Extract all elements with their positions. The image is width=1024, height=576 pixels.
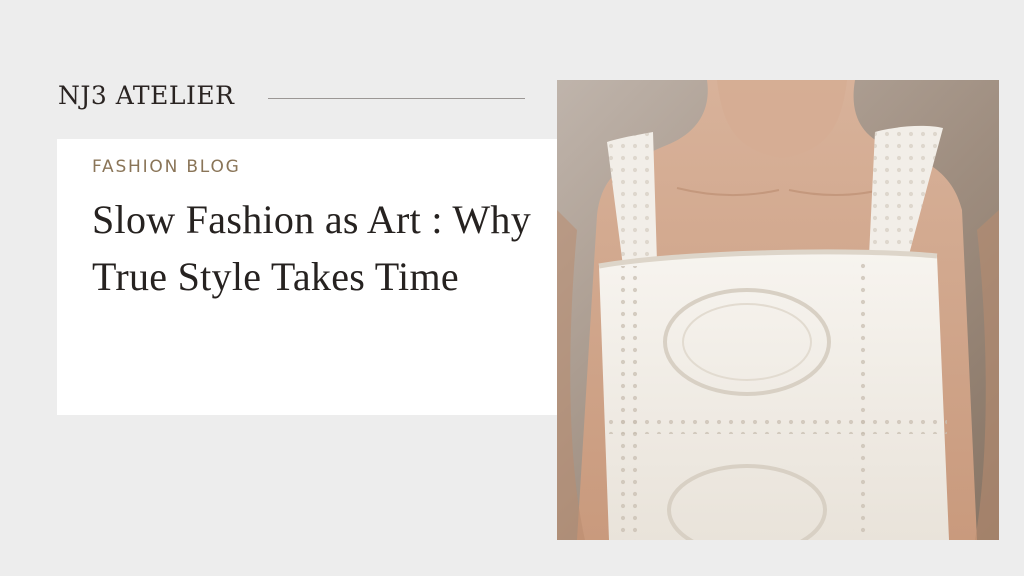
hero-image — [557, 80, 999, 540]
brand-logo: NJ3 ATELIER — [58, 81, 235, 110]
article-category: FASHION BLOG — [92, 157, 241, 177]
article-card: FASHION BLOG Slow Fashion as Art : Why T… — [57, 139, 564, 415]
brand-divider — [268, 98, 525, 99]
article-title: Slow Fashion as Art : Why True Style Tak… — [92, 197, 532, 299]
